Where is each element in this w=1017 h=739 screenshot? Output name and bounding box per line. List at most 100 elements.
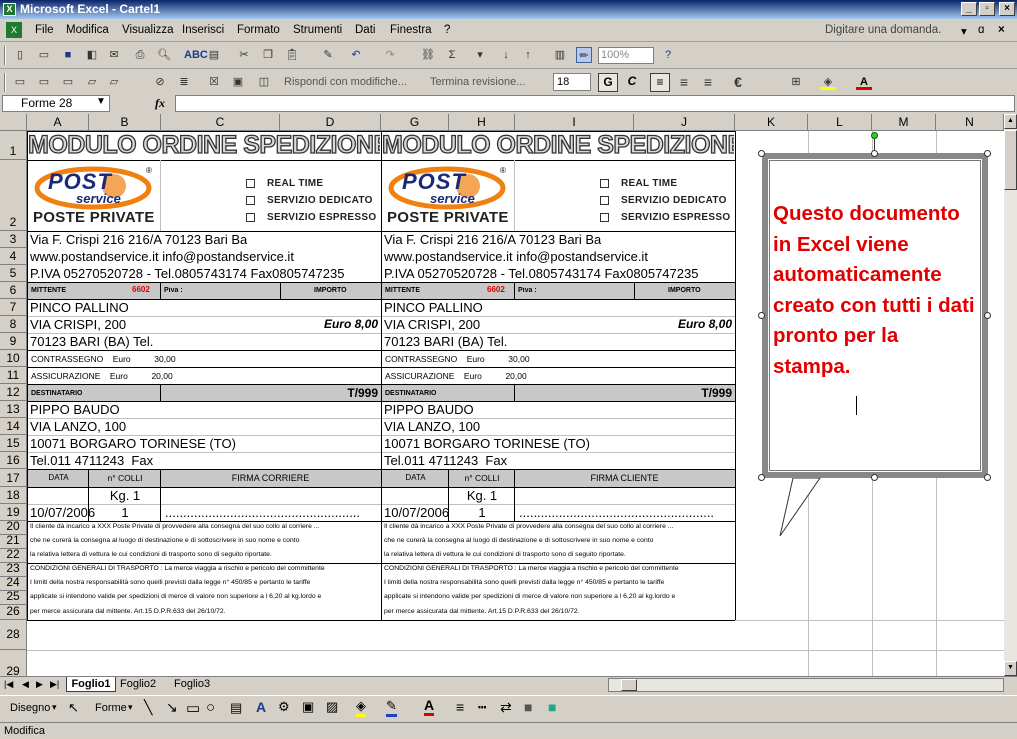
scroll-down-button[interactable]: ▼ — [1004, 661, 1017, 676]
menu-inserisci[interactable]: Inserisci — [182, 24, 224, 36]
select-all-corner[interactable] — [0, 114, 27, 131]
col-header-j[interactable]: J — [634, 114, 735, 131]
doc-close-icon[interactable]: × — [998, 24, 1005, 36]
comment-icon[interactable]: ▱ — [84, 74, 100, 90]
open-icon[interactable]: ▭ — [36, 47, 52, 63]
picture-icon[interactable]: ▨ — [326, 699, 338, 715]
shapes-dropdown-icon[interactable]: ▾ — [128, 702, 133, 713]
help-dropdown-icon[interactable]: ▾ — [961, 24, 967, 38]
sort-desc-icon[interactable]: ↑ — [520, 47, 536, 63]
scroll-up-button[interactable]: ▲ — [1004, 114, 1017, 129]
dedicato-checkbox[interactable] — [246, 195, 255, 205]
hscroll-thumb[interactable] — [621, 679, 637, 691]
excel-icon[interactable]: X — [3, 3, 16, 16]
font-color-icon[interactable]: A — [856, 74, 872, 90]
espresso-checkbox[interactable] — [246, 212, 255, 222]
autosum-dropdown-icon[interactable]: ▾ — [472, 47, 488, 63]
folder3-icon[interactable]: ▭ — [60, 74, 76, 90]
row-header-25[interactable]: 25 — [0, 589, 27, 605]
accept-icon[interactable]: ☒ — [206, 74, 222, 90]
minimize-button[interactable]: _ — [961, 2, 977, 16]
restore-button[interactable]: ▫ — [979, 2, 995, 16]
redo-icon[interactable]: ↷ — [382, 47, 398, 63]
col-header-k[interactable]: K — [735, 114, 808, 131]
wordart-icon[interactable]: A — [256, 699, 266, 715]
menu-modifica[interactable]: Modifica — [66, 24, 109, 36]
draw-menu[interactable]: Disegno — [10, 702, 50, 714]
undo-icon[interactable]: ↶ — [348, 47, 364, 63]
row-header-18[interactable]: 18 — [0, 487, 27, 504]
menu-strumenti[interactable]: Strumenti — [293, 24, 342, 36]
row-header-1[interactable]: 1 — [0, 131, 27, 160]
autoshapes-menu[interactable]: Forme — [95, 702, 127, 714]
espresso-checkbox-right[interactable] — [600, 212, 609, 222]
autosum-icon[interactable]: Σ — [444, 47, 460, 63]
col-header-i[interactable]: I — [515, 114, 634, 131]
row-header-13[interactable]: 13 — [0, 401, 27, 418]
resize-handle[interactable] — [984, 150, 991, 157]
arrow-style-icon[interactable]: ⇄ — [500, 699, 512, 716]
menu-help[interactable]: ? — [444, 24, 450, 36]
folder-icon[interactable]: ▭ — [12, 74, 28, 90]
real-time-checkbox-right[interactable] — [600, 178, 609, 188]
align-right-icon[interactable]: ≡ — [700, 74, 716, 90]
name-box-dropdown-icon[interactable]: ▼ — [96, 96, 106, 107]
first-sheet-icon[interactable]: |◀ — [4, 679, 13, 690]
row-header-4[interactable]: 4 — [0, 248, 27, 265]
comment2-icon[interactable]: ▱ — [106, 74, 122, 90]
end-review[interactable]: Termina revisione... — [430, 76, 525, 88]
rectangle-icon[interactable]: ▭ — [186, 699, 200, 717]
tab-foglio2[interactable]: Foglio2 — [120, 678, 156, 690]
select-pointer-icon[interactable]: ↖ — [68, 700, 79, 716]
3d-icon[interactable]: ■ — [548, 699, 556, 715]
help-question-box[interactable]: Digitare una domanda. — [825, 24, 941, 36]
font-color-draw-icon[interactable]: A — [424, 697, 435, 716]
hyperlink-icon[interactable]: ⛓ — [420, 47, 436, 63]
last-sheet-icon[interactable]: ▶| — [50, 679, 59, 690]
col-header-n[interactable]: N — [936, 114, 1004, 131]
research-icon[interactable]: ▤ — [206, 47, 222, 63]
row-header-15[interactable]: 15 — [0, 435, 27, 452]
row-header-28[interactable]: 28 — [0, 620, 27, 650]
doc-restore-icon[interactable]: ɑ — [978, 24, 984, 36]
cut-icon[interactable]: ✂ — [236, 47, 252, 63]
resize-handle[interactable] — [758, 150, 765, 157]
spelling-icon[interactable]: ABC — [184, 47, 208, 63]
line-style-icon[interactable]: ≡ — [456, 699, 464, 715]
shadow-icon[interactable]: ■ — [524, 699, 532, 715]
reply-with-changes[interactable]: Rispondi con modifiche... — [284, 76, 407, 88]
track-icon[interactable]: ⊘ — [152, 74, 168, 90]
tab-foglio1[interactable]: Foglio1 — [66, 677, 116, 692]
resize-handle[interactable] — [871, 474, 878, 481]
workbook-icon[interactable]: X — [6, 22, 22, 38]
row-header-3[interactable]: 3 — [0, 231, 27, 248]
align-left-button[interactable]: ≡ — [650, 73, 670, 92]
name-box[interactable]: Forme 28 — [2, 95, 110, 112]
draw-dropdown-icon[interactable]: ▾ — [52, 702, 57, 713]
row-header-10[interactable]: 10 — [0, 350, 27, 367]
borders-icon[interactable]: ⊞ — [788, 74, 804, 90]
formula-input[interactable] — [175, 95, 1015, 112]
rotate-handle[interactable] — [871, 132, 878, 139]
row-header-16[interactable]: 16 — [0, 452, 27, 469]
format-painter-icon[interactable]: ✎ — [320, 47, 336, 63]
row-header-29[interactable]: 29 — [0, 650, 27, 676]
line-icon[interactable]: ╲ — [144, 699, 152, 716]
real-time-checkbox[interactable] — [246, 178, 255, 188]
menu-file[interactable]: File — [35, 24, 54, 36]
menu-dati[interactable]: Dati — [355, 24, 375, 36]
callout-shape[interactable]: Questo documento in Excel viene automati… — [762, 153, 988, 478]
menu-finestra[interactable]: Finestra — [390, 24, 432, 36]
line-color-icon[interactable]: ✎ — [386, 698, 397, 717]
menu-formato[interactable]: Formato — [237, 24, 280, 36]
vertical-scrollbar[interactable]: ▲ ▼ — [1004, 114, 1017, 676]
row-header-7[interactable]: 7 — [0, 299, 27, 316]
fill-color-draw-icon[interactable]: ◈ — [356, 698, 366, 717]
font-size-box[interactable]: 18 — [553, 73, 591, 91]
clipart-icon[interactable]: ▣ — [302, 699, 314, 715]
sort-asc-icon[interactable]: ↓ — [498, 47, 514, 63]
chart-wizard-icon[interactable]: ▥ — [552, 47, 568, 63]
col-header-h[interactable]: H — [449, 114, 515, 131]
row-header-11[interactable]: 11 — [0, 367, 27, 384]
compare-icon[interactable]: ≣ — [176, 74, 192, 90]
